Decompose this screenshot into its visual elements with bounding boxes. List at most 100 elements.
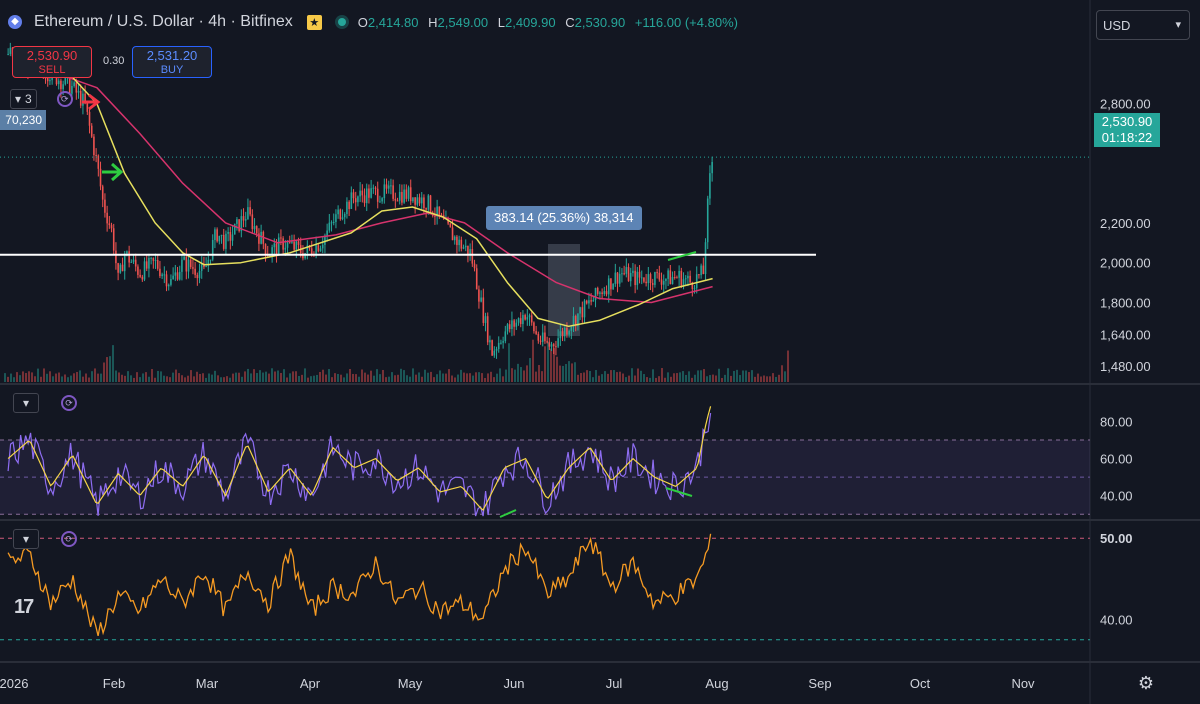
symbol-title[interactable]: Ethereum / U.S. Dollar · 4h · Bitfinex <box>34 13 293 31</box>
volume-bar <box>193 376 195 382</box>
volume-bar <box>574 362 576 382</box>
volume-bar <box>550 348 552 382</box>
candle-body <box>614 272 617 284</box>
bar-countdown: 01:18:22 <box>1101 130 1153 145</box>
candle-body <box>407 187 410 199</box>
gear-icon[interactable]: ⚙ <box>1136 673 1156 693</box>
volume-bar <box>424 369 426 382</box>
buy-button[interactable]: 2,531.20 BUY <box>132 46 212 78</box>
measure-label[interactable]: 383.14 (25.36%) 38,314 <box>486 206 642 230</box>
osc-source-icon[interactable]: ⟳ <box>61 531 77 547</box>
candle-body <box>374 187 377 189</box>
candle-body <box>218 235 221 242</box>
candle-body <box>330 222 333 224</box>
candle-body <box>464 245 467 248</box>
volume-bar <box>538 365 540 382</box>
candle-body <box>484 316 487 323</box>
volume-bar <box>172 372 174 382</box>
candle-body <box>616 272 619 284</box>
volume-bar <box>31 372 33 382</box>
currency-select[interactable]: USD ▾ <box>1096 10 1190 40</box>
rsi-source-icon[interactable]: ⟳ <box>61 395 77 411</box>
volume-bar <box>661 368 663 382</box>
volume-bar <box>556 356 558 382</box>
candle-body <box>148 258 150 269</box>
candle-body <box>106 212 108 224</box>
candle-body <box>332 221 335 223</box>
volume-bar <box>628 375 630 382</box>
x-tick-label: 2026 <box>0 676 28 691</box>
candle-body <box>634 270 636 286</box>
candle-body <box>229 231 232 241</box>
volume-bar <box>277 370 279 382</box>
candle-body <box>676 277 678 279</box>
volume-bar <box>709 375 711 382</box>
volume-bar <box>79 370 81 382</box>
volume-bar <box>529 358 531 382</box>
volume-bar <box>535 371 537 382</box>
volume-bar <box>142 373 144 382</box>
volume-bar <box>388 376 390 382</box>
candle-body <box>361 190 364 196</box>
candle-body <box>121 264 124 272</box>
candle-body <box>189 259 192 268</box>
volume-bar <box>751 370 753 382</box>
candle-body <box>603 291 606 294</box>
favorite-star-icon[interactable]: ★ <box>306 14 322 30</box>
candle-body <box>508 324 511 330</box>
candle-body <box>115 250 117 264</box>
candle-body <box>557 338 559 347</box>
candle-body <box>110 225 113 229</box>
candle-body <box>82 93 84 106</box>
candle-body <box>394 198 397 201</box>
volume-bar <box>406 375 408 382</box>
candle-body <box>546 341 548 343</box>
candle-body <box>97 155 100 169</box>
candle-body <box>504 331 507 342</box>
candle-body <box>583 300 586 318</box>
volume-bar <box>733 370 735 382</box>
candle-body <box>352 192 355 199</box>
candle-body <box>211 239 214 260</box>
volume-bar <box>115 370 117 382</box>
osc-collapse-button[interactable]: ▾ <box>13 529 39 549</box>
volume-bar <box>130 375 132 382</box>
candle-body <box>284 247 287 250</box>
volume-bar <box>559 365 561 382</box>
candle-body <box>370 188 372 198</box>
candle-body <box>515 322 518 327</box>
candle-body <box>403 189 405 203</box>
volume-bar <box>391 372 393 382</box>
data-source-icon[interactable]: ⟳ <box>56 91 73 107</box>
candle-body <box>662 281 665 285</box>
volume-bar <box>487 373 489 382</box>
sell-button[interactable]: 2,530.90 SELL <box>12 46 92 78</box>
candle-body <box>702 265 705 274</box>
candle-body <box>704 242 707 274</box>
volume-bar <box>745 370 747 382</box>
volume-bar <box>166 376 168 382</box>
candle-body <box>495 349 498 351</box>
candle-body <box>519 318 522 325</box>
x-tick-label: Aug <box>705 676 728 691</box>
volume-bar <box>775 376 777 382</box>
volume-bar <box>514 369 516 382</box>
x-tick-label: Jun <box>504 676 525 691</box>
candle-body <box>610 278 612 290</box>
chart-canvas[interactable]: 2026 Feb Mar Apr May Jun Jul Aug Sep Oct Nov 2,800.… <box>0 0 1200 704</box>
volume-bar <box>712 374 714 382</box>
chart-header: ◆ Ethereum / U.S. Dollar · 4h · Bitfinex… <box>0 0 1090 44</box>
candle-body <box>181 259 183 272</box>
indicators-collapse-button[interactable]: ▾ 3 <box>10 89 37 109</box>
candle-body <box>7 53 9 55</box>
volume-bar <box>418 372 420 382</box>
candle-body <box>178 271 181 280</box>
candle-body <box>480 297 482 302</box>
volume-bar <box>433 377 435 382</box>
volume-bar <box>784 371 786 382</box>
volume-bar <box>274 371 276 382</box>
buy-label: BUY <box>160 64 184 76</box>
volume-bar <box>238 372 240 382</box>
candle-body <box>194 268 196 275</box>
rsi-collapse-button[interactable]: ▾ <box>13 393 39 413</box>
